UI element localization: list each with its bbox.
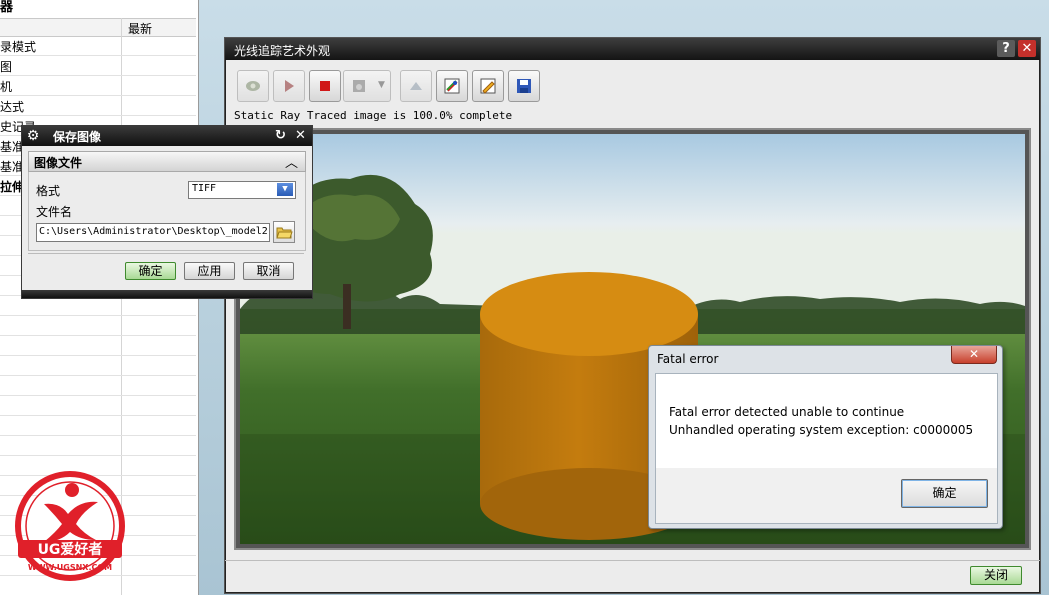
region-icon <box>410 82 422 90</box>
logo-brand-text: UG爱好者 <box>38 541 103 558</box>
dialog-separator <box>28 253 304 254</box>
reset-icon[interactable]: ↻ <box>272 127 289 144</box>
window-footer: 关闭 <box>225 560 1040 594</box>
logo-url-text: WWW.UGSNX.COM <box>28 563 112 572</box>
navigator-row <box>0 356 196 376</box>
dialog-bottom-bar <box>22 290 312 298</box>
display-mode-dropdown[interactable]: ▼ <box>343 70 391 102</box>
navigator-row <box>0 316 196 336</box>
save-dialog-title: 保存图像 <box>53 130 102 144</box>
navigator-row <box>0 376 196 396</box>
row-label: 达式 <box>0 100 25 114</box>
stop-icon <box>320 81 330 91</box>
filename-input[interactable]: C:\Users\Administrator\Desktop\_model2 <box>36 223 270 242</box>
dropdown-arrow-icon[interactable]: ▼ <box>277 183 293 196</box>
ok-button[interactable]: 确定 <box>125 262 176 280</box>
stop-render-button[interactable] <box>309 70 341 102</box>
fatal-error-dialog: Fatal error ✕ Fatal error detected unabl… <box>648 345 1003 529</box>
lens-icon <box>246 81 260 91</box>
fatal-error-title: Fatal error <box>657 352 719 366</box>
navigator-title: 器 <box>0 0 14 15</box>
save-dialog-title-bar[interactable]: ⚙ 保存图像 ↻ ✕ <box>22 126 312 146</box>
fatal-error-ok-button[interactable]: 确定 <box>901 479 988 508</box>
lens-button[interactable] <box>237 70 269 102</box>
message-area: Fatal error detected unable to continue … <box>656 374 997 468</box>
ray-trace-title-bar[interactable]: 光线追踪艺术外观 ? ✕ <box>225 38 1040 60</box>
navigator-row[interactable]: 图 <box>0 56 196 76</box>
filename-value: C:\Users\Administrator\Desktop\_model2 <box>39 226 268 237</box>
window-title: 光线追踪艺术外观 <box>234 44 331 58</box>
browse-button[interactable] <box>273 221 295 243</box>
navigator-row <box>0 416 196 436</box>
render-styles-icon <box>444 78 460 94</box>
navigator-row <box>0 396 196 416</box>
save-dialog-close-icon[interactable]: ✕ <box>292 127 309 144</box>
save-image-dialog: ⚙ 保存图像 ↻ ✕ 图像文件 ︿ 格式 TIFF ▼ 文件名 C:\Users… <box>21 125 313 299</box>
render-status-text: Static Ray Traced image is 100.0% comple… <box>234 109 513 122</box>
fatal-error-close-button[interactable]: ✕ <box>951 346 997 364</box>
save-disk-icon <box>517 79 531 93</box>
collapse-chevron-icon[interactable]: ︿ <box>285 152 298 171</box>
error-message-line1: Fatal error detected unable to continue <box>669 405 905 419</box>
edit-pencil-icon <box>480 78 496 94</box>
format-label: 格式 <box>36 184 61 198</box>
navigator-row <box>0 336 196 356</box>
navigator-row[interactable]: 录模式 <box>0 36 196 56</box>
cancel-button[interactable]: 取消 <box>243 262 294 280</box>
navigator-column-header[interactable]: 最新 <box>0 18 196 37</box>
render-styles-button[interactable] <box>436 70 468 102</box>
close-button[interactable]: 关闭 <box>970 566 1022 585</box>
navigator-row[interactable]: 达式 <box>0 96 196 116</box>
format-select[interactable]: TIFF ▼ <box>188 181 296 199</box>
ugsnx-logo: UG爱好者 WWW.UGSNX.COM <box>10 468 130 590</box>
row-label: 录模式 <box>0 40 37 54</box>
play-icon <box>285 80 294 92</box>
window-close-button[interactable]: ✕ <box>1018 40 1036 57</box>
display-mode-icon <box>353 80 365 92</box>
row-label: 图 <box>0 60 13 74</box>
chevron-down-icon: ▼ <box>378 80 385 90</box>
row-label: 机 <box>0 80 13 94</box>
error-message-line2: Unhandled operating system exception: c0… <box>669 423 974 437</box>
apply-button[interactable]: 应用 <box>184 262 235 280</box>
region-button[interactable] <box>400 70 432 102</box>
start-render-button[interactable] <box>273 70 305 102</box>
navigator-row <box>0 296 196 316</box>
navigator-header: 器 <box>0 0 198 18</box>
folder-icon <box>276 227 293 239</box>
fatal-error-content: Fatal error detected unable to continue … <box>655 373 998 524</box>
navigator-row <box>0 436 196 456</box>
image-file-section-header[interactable]: 图像文件 ︿ <box>28 151 306 172</box>
section-title: 图像文件 <box>34 156 83 170</box>
edit-button[interactable] <box>472 70 504 102</box>
filename-label: 文件名 <box>36 205 73 219</box>
format-selected-value: TIFF <box>192 183 217 194</box>
save-image-button[interactable] <box>508 70 540 102</box>
navigator-row[interactable]: 机 <box>0 76 196 96</box>
logo-graphic: UG爱好者 WWW.UGSNX.COM <box>15 471 125 581</box>
help-button[interactable]: ? <box>997 40 1015 57</box>
gear-icon[interactable]: ⚙ <box>24 127 42 145</box>
latest-column-label: 最新 <box>128 22 153 36</box>
